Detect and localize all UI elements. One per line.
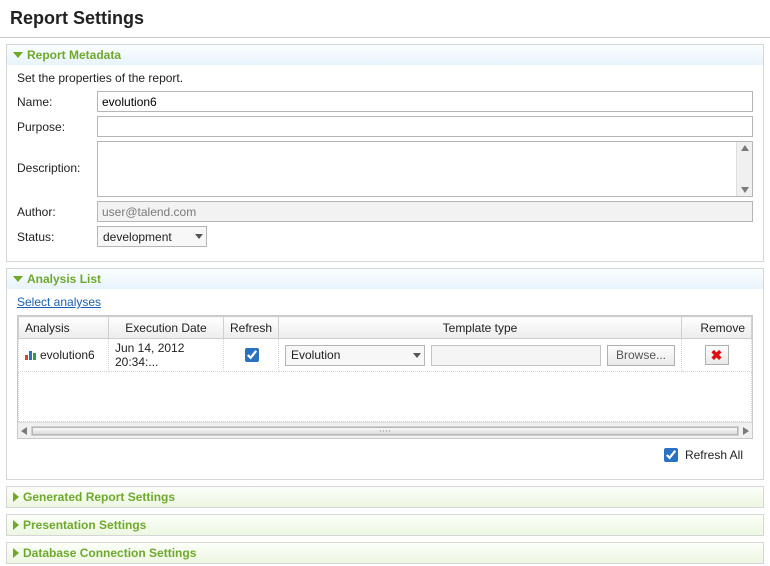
refresh-all-checkbox[interactable] (664, 448, 678, 462)
col-header-execution-date[interactable]: Execution Date (109, 317, 224, 339)
remove-x-icon: ✖ (711, 348, 723, 362)
twisty-right-icon (13, 520, 19, 530)
execution-date-cell: Jun 14, 2012 20:34:... (109, 339, 224, 372)
col-header-remove[interactable]: Remove (682, 317, 752, 339)
col-header-refresh[interactable]: Refresh (224, 317, 279, 339)
status-select-value: development (103, 230, 172, 244)
analysis-name: evolution6 (40, 348, 95, 362)
bar-chart-icon (25, 350, 37, 360)
section-header-report-metadata[interactable]: Report Metadata (7, 45, 763, 65)
section-description: Set the properties of the report. (17, 71, 753, 85)
section-header-generated-report-settings[interactable]: Generated Report Settings (7, 487, 763, 507)
section-title: Report Metadata (27, 48, 121, 62)
section-title: Generated Report Settings (23, 490, 175, 504)
grid-empty-area (18, 372, 752, 422)
description-label: Description: (17, 141, 89, 175)
name-input[interactable] (97, 91, 753, 112)
col-header-analysis[interactable]: Analysis (19, 317, 109, 339)
table-row[interactable]: evolution6 Jun 14, 2012 20:34:... Evolut… (19, 339, 752, 372)
section-header-database-connection-settings[interactable]: Database Connection Settings (7, 543, 763, 563)
select-analyses-link[interactable]: Select analyses (17, 295, 101, 309)
twisty-down-icon (13, 52, 23, 58)
col-header-template-type[interactable]: Template type (279, 317, 682, 339)
remove-button[interactable]: ✖ (705, 345, 729, 365)
purpose-label: Purpose: (17, 120, 89, 134)
author-label: Author: (17, 205, 89, 219)
section-title: Presentation Settings (23, 518, 146, 532)
section-analysis-list: Analysis List Select analyses Analysis E… (6, 268, 764, 480)
scroll-right-icon (743, 427, 749, 435)
section-presentation-settings: Presentation Settings (6, 514, 764, 536)
browse-button[interactable]: Browse... (607, 345, 675, 366)
refresh-checkbox[interactable] (245, 348, 259, 362)
chevron-down-icon (195, 234, 203, 239)
description-textarea[interactable] (98, 142, 736, 196)
description-scrollbar[interactable] (736, 142, 752, 196)
section-title: Database Connection Settings (23, 546, 196, 560)
author-input (97, 201, 753, 222)
status-select[interactable]: development (97, 226, 207, 247)
scroll-up-icon (741, 145, 749, 151)
section-title: Analysis List (27, 272, 101, 286)
section-generated-report-settings: Generated Report Settings (6, 486, 764, 508)
section-header-presentation-settings[interactable]: Presentation Settings (7, 515, 763, 535)
page-title: Report Settings (0, 0, 770, 38)
refresh-all-label: Refresh All (685, 448, 743, 462)
twisty-down-icon (13, 276, 23, 282)
section-report-metadata: Report Metadata Set the properties of th… (6, 44, 764, 262)
template-type-select[interactable]: Evolution (285, 345, 425, 366)
grid-horizontal-scrollbar[interactable] (18, 422, 752, 438)
template-type-value: Evolution (291, 348, 340, 362)
status-label: Status: (17, 230, 89, 244)
chevron-down-icon (413, 353, 421, 358)
template-path-input[interactable] (431, 345, 601, 366)
scroll-left-icon (21, 427, 27, 435)
purpose-input[interactable] (97, 116, 753, 137)
twisty-right-icon (13, 548, 19, 558)
twisty-right-icon (13, 492, 19, 502)
section-header-analysis-list[interactable]: Analysis List (7, 269, 763, 289)
analysis-grid: Analysis Execution Date Refresh Template… (17, 315, 753, 439)
scroll-down-icon (741, 187, 749, 193)
name-label: Name: (17, 95, 89, 109)
